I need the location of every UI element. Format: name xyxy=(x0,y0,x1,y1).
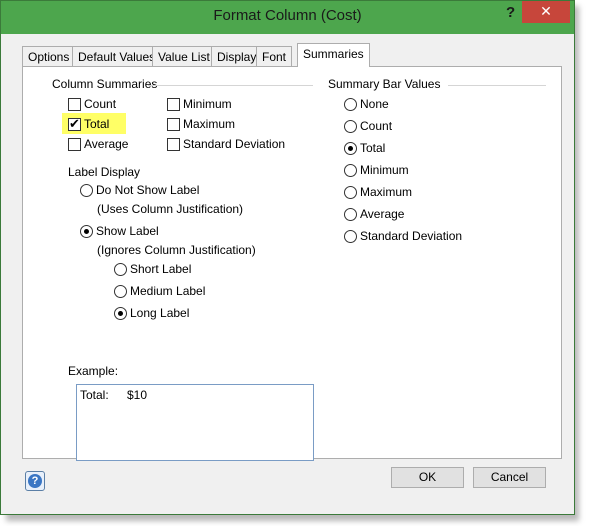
column-summaries-heading: Column Summaries xyxy=(52,77,158,91)
tab-font[interactable]: Font xyxy=(256,46,293,66)
tab-options[interactable]: Options xyxy=(22,46,76,66)
tab-summaries[interactable]: Summaries xyxy=(297,43,370,67)
average-checkbox-label[interactable]: Average xyxy=(84,137,128,151)
maximum-checkbox-label[interactable]: Maximum xyxy=(183,117,235,131)
short-label-text[interactable]: Short Label xyxy=(130,262,191,276)
summary-bar-none-label[interactable]: None xyxy=(360,97,389,111)
minimum-checkbox-label[interactable]: Minimum xyxy=(183,97,232,111)
example-label: Total: xyxy=(80,388,109,402)
column-summaries-divider xyxy=(148,85,313,86)
do-not-show-label-radio[interactable] xyxy=(80,184,93,197)
summary-bar-total-label[interactable]: Total xyxy=(360,141,385,155)
close-button[interactable]: ✕ xyxy=(522,1,570,23)
summary-bar-average-label[interactable]: Average xyxy=(360,207,404,221)
help-icon: ? xyxy=(28,474,42,488)
do-not-show-label-note: (Uses Column Justification) xyxy=(97,202,244,216)
summary-bar-none-radio[interactable] xyxy=(344,98,357,111)
medium-label-text[interactable]: Medium Label xyxy=(130,284,205,298)
example-value: $10 xyxy=(127,388,148,402)
do-not-show-label-text[interactable]: Do Not Show Label xyxy=(96,183,199,197)
standard-deviation-checkbox[interactable] xyxy=(167,138,180,151)
maximum-checkbox[interactable] xyxy=(167,118,180,131)
medium-label-radio[interactable] xyxy=(114,285,127,298)
title-help-icon[interactable]: ? xyxy=(506,4,515,21)
short-label-radio[interactable] xyxy=(114,263,127,276)
example-heading: Example: xyxy=(68,364,119,378)
summary-bar-heading: Summary Bar Values xyxy=(328,77,441,91)
dialog-window: Format Column (Cost) ? ✕ Options Default… xyxy=(0,0,575,515)
tab-value-list[interactable]: Value List xyxy=(152,46,216,66)
standard-deviation-checkbox-label[interactable]: Standard Deviation xyxy=(183,137,285,151)
summary-bar-maximum-label[interactable]: Maximum xyxy=(360,185,412,199)
ok-button[interactable]: OK xyxy=(391,467,464,488)
summary-bar-average-radio[interactable] xyxy=(344,208,357,221)
total-checkbox[interactable] xyxy=(68,116,81,132)
show-label-radio[interactable] xyxy=(80,225,93,238)
tab-default-values[interactable]: Default Values xyxy=(72,46,162,66)
summary-bar-standard-deviation-radio[interactable] xyxy=(344,230,357,243)
count-checkbox[interactable] xyxy=(68,98,81,111)
summary-bar-total-radio[interactable] xyxy=(344,142,357,155)
title-bar[interactable]: Format Column (Cost) ? ✕ xyxy=(1,1,574,34)
tab-display[interactable]: Display xyxy=(211,46,263,66)
summary-bar-standard-deviation-label[interactable]: Standard Deviation xyxy=(360,229,462,243)
cancel-button[interactable]: Cancel xyxy=(473,467,546,488)
summary-bar-count-label[interactable]: Count xyxy=(360,119,392,133)
long-label-text[interactable]: Long Label xyxy=(130,306,189,320)
show-label-text[interactable]: Show Label xyxy=(96,224,159,238)
summary-bar-minimum-label[interactable]: Minimum xyxy=(360,163,409,177)
summary-bar-count-radio[interactable] xyxy=(344,120,357,133)
example-box: Total: $10 xyxy=(76,384,314,461)
average-checkbox[interactable] xyxy=(68,138,81,151)
minimum-checkbox[interactable] xyxy=(167,98,180,111)
window-title: Format Column (Cost) xyxy=(213,7,362,24)
count-checkbox-label[interactable]: Count xyxy=(84,97,116,111)
summaries-panel: Column Summaries Count Total Average Min… xyxy=(22,66,562,461)
summary-bar-maximum-radio[interactable] xyxy=(344,186,357,199)
summary-bar-minimum-radio[interactable] xyxy=(344,164,357,177)
total-checkbox-label[interactable]: Total xyxy=(84,117,109,131)
label-display-heading: Label Display xyxy=(68,165,141,179)
long-label-radio[interactable] xyxy=(114,307,127,320)
dialog-client: Options Default Values Value List Displa… xyxy=(8,34,567,508)
show-label-note: (Ignores Column Justification) xyxy=(97,243,256,257)
summary-bar-divider xyxy=(448,85,546,86)
help-button[interactable]: ? xyxy=(25,471,45,491)
